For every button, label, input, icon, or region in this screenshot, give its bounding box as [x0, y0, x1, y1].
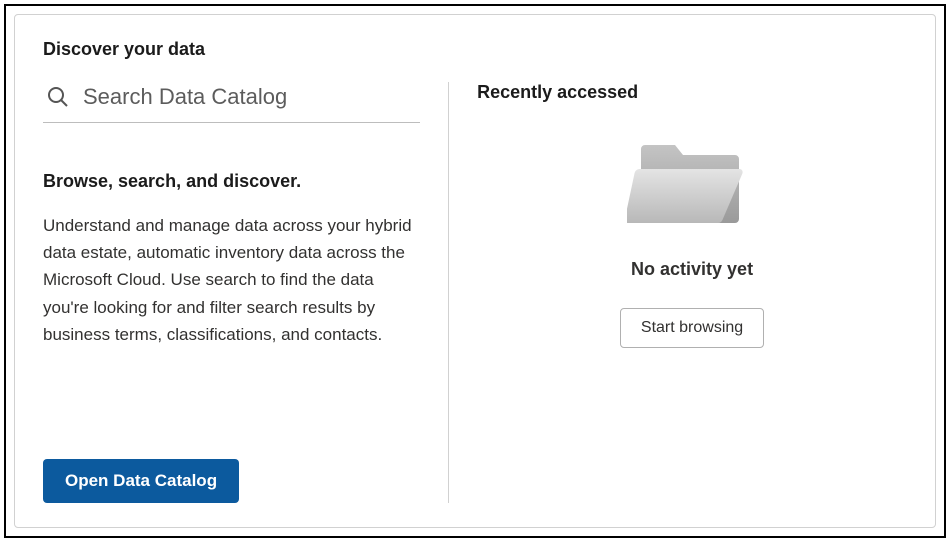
search-row[interactable]	[43, 82, 420, 123]
start-browsing-button[interactable]: Start browsing	[620, 308, 764, 348]
empty-state: No activity yet Start browsing	[477, 133, 907, 348]
right-column: Recently accessed	[449, 82, 907, 503]
open-data-catalog-button[interactable]: Open Data Catalog	[43, 459, 239, 503]
left-column: Browse, search, and discover. Understand…	[43, 82, 449, 503]
discover-card: Discover your data Browse, search, and d…	[14, 14, 936, 528]
empty-state-text: No activity yet	[631, 259, 753, 280]
search-input[interactable]	[83, 84, 420, 110]
search-icon	[43, 82, 73, 112]
window-frame: Discover your data Browse, search, and d…	[4, 4, 946, 538]
recently-accessed-title: Recently accessed	[477, 82, 907, 103]
folder-open-icon	[627, 133, 757, 233]
columns: Browse, search, and discover. Understand…	[43, 82, 907, 503]
info-subheading: Browse, search, and discover.	[43, 171, 420, 192]
card-title: Discover your data	[43, 39, 907, 60]
info-description: Understand and manage data across your h…	[43, 212, 420, 419]
